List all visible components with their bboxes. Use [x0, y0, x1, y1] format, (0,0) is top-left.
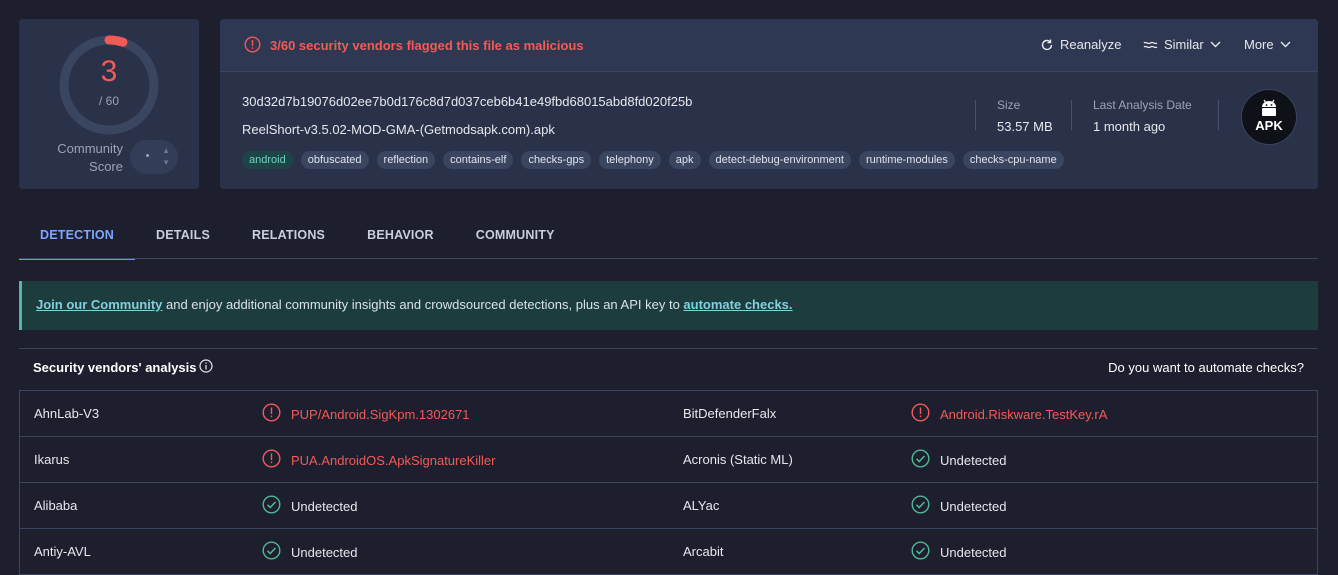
file-type-label: APK — [1255, 118, 1283, 133]
alert-bar: 3/60 security vendors flagged this file … — [220, 19, 1318, 72]
community-score-stepper[interactable]: ▲ ▼ — [130, 140, 178, 174]
vendors-title: Security vendors' analysis — [33, 360, 197, 375]
similar-label: Similar — [1164, 37, 1204, 52]
tabs-divider — [19, 258, 1318, 259]
tab-behavior[interactable]: BEHAVIOR — [346, 212, 455, 258]
tag-apk[interactable]: apk — [668, 151, 701, 169]
vendor-result-text: Undetected — [940, 498, 1007, 514]
refresh-icon — [1041, 39, 1053, 50]
tab-details[interactable]: DETAILS — [135, 212, 231, 258]
stepper-arrows-icon[interactable]: ▲ ▼ — [162, 145, 170, 169]
vendor-result-text: Undetected — [940, 452, 1007, 468]
alert-circle-icon — [262, 403, 281, 422]
info-icon[interactable] — [199, 359, 213, 373]
vendors-header: Security vendors' analysis Do you want t… — [19, 348, 1318, 390]
tag-checks-gps[interactable]: checks-gps — [521, 151, 592, 169]
tag-detect-debug-environment[interactable]: detect-debug-environment — [708, 151, 851, 169]
file-name: ReelShort-v3.5.02-MOD-GMA-(Getmodsapk.co… — [242, 122, 555, 137]
vendor-result-text: Undetected — [291, 544, 358, 560]
detection-count: 3 — [100, 55, 118, 88]
tag-android[interactable]: android — [242, 151, 293, 169]
reanalyze-label: Reanalyze — [1060, 37, 1122, 52]
automate-checks-link[interactable]: automate checks. — [683, 297, 792, 312]
similar-button[interactable]: Similar — [1143, 37, 1221, 52]
alert-circle-icon — [244, 36, 261, 53]
vendor-name: Arcabit — [683, 544, 724, 559]
tag-list: android obfuscated reflection contains-elf c… — [242, 151, 1064, 169]
vendor-name: Ikarus — [34, 452, 70, 467]
tab-bar: DETECTION DETAILS RELATIONS BEHAVIOR COM… — [19, 212, 576, 260]
vendor-result: Undetected — [911, 541, 1007, 560]
community-banner: Join our Community and enjoy additional … — [19, 281, 1318, 330]
chevron-down-icon — [1210, 41, 1221, 48]
similar-icon — [1143, 41, 1158, 48]
last-analysis-value: 1 month ago — [1093, 119, 1166, 134]
vendor-result: Undetected — [262, 495, 358, 514]
reanalyze-button[interactable]: Reanalyze — [1040, 37, 1121, 52]
malicious-alert-text: 3/60 security vendors flagged this file … — [270, 38, 584, 53]
vendor-result-text: Undetected — [940, 544, 1007, 560]
alert-circle-icon — [911, 403, 930, 422]
detection-total: / 60 — [98, 94, 119, 108]
tag-reflection[interactable]: reflection — [376, 151, 436, 169]
vendor-row: Antiy-AVL Undetected Arcabit Undetected — [20, 529, 1317, 575]
community-score-card: 3 / 60 Community Score ▲ ▼ — [19, 19, 199, 189]
alert-circle-icon — [262, 449, 281, 468]
vendor-name: Acronis (Static ML) — [683, 452, 793, 467]
tag-checks-cpu-name[interactable]: checks-cpu-name — [962, 151, 1064, 169]
size-value: 53.57 MB — [997, 119, 1053, 134]
tab-community[interactable]: COMMUNITY — [455, 212, 576, 258]
vendor-name: Alibaba — [34, 498, 78, 513]
vendor-row: Alibaba Undetected ALYac Undetected — [20, 483, 1317, 529]
vendor-name: Antiy-AVL — [34, 544, 91, 559]
vendor-result: Undetected — [911, 495, 1007, 514]
check-circle-icon — [262, 495, 281, 514]
tag-obfuscated[interactable]: obfuscated — [300, 151, 369, 169]
automate-checks-prompt[interactable]: Do you want to automate checks? — [1108, 360, 1304, 375]
vendor-result-text: PUA.AndroidOS.ApkSignatureKiller — [291, 452, 496, 468]
check-circle-icon — [911, 495, 930, 514]
check-circle-icon — [911, 541, 930, 560]
more-button[interactable]: More — [1244, 37, 1291, 52]
divider — [1218, 100, 1219, 130]
vendor-table: AhnLab-V3 PUP/Android.SigKpm.1302671 BitDe… — [19, 390, 1318, 575]
vendor-name: BitDefenderFalx — [683, 406, 777, 421]
vendor-name: ALYac — [683, 498, 720, 513]
vendor-result: PUP/Android.SigKpm.1302671 — [262, 403, 470, 422]
tab-relations[interactable]: RELATIONS — [231, 212, 346, 258]
chevron-down-icon — [1280, 41, 1291, 48]
file-info-card: 3/60 security vendors flagged this file … — [220, 19, 1318, 189]
divider — [1071, 100, 1072, 130]
vendor-result-text: PUP/Android.SigKpm.1302671 — [291, 406, 470, 422]
tag-contains-elf[interactable]: contains-elf — [443, 151, 514, 169]
vendor-row: AhnLab-V3 PUP/Android.SigKpm.1302671 BitDe… — [20, 391, 1317, 437]
banner-middle-text: and enjoy additional community insights … — [162, 297, 684, 312]
check-circle-icon — [262, 541, 281, 560]
more-label: More — [1244, 37, 1274, 52]
check-circle-icon — [911, 449, 930, 468]
vendor-name: AhnLab-V3 — [34, 406, 100, 421]
join-community-link[interactable]: Join our Community — [36, 297, 162, 312]
size-label: Size — [997, 98, 1021, 112]
vendor-result: Android.Riskware.TestKey.rA — [911, 403, 1108, 422]
android-icon — [1262, 99, 1276, 116]
divider — [975, 100, 976, 130]
vendor-result: PUA.AndroidOS.ApkSignatureKiller — [262, 449, 496, 468]
tab-detection[interactable]: DETECTION — [19, 212, 136, 260]
vendor-result: Undetected — [911, 449, 1007, 468]
banner-text: Join our Community and enjoy additional … — [36, 297, 793, 312]
community-score-label: Community Score — [57, 141, 123, 174]
community-score-value — [146, 154, 149, 157]
tag-runtime-modules[interactable]: runtime-modules — [858, 151, 955, 169]
vendor-result: Undetected — [262, 541, 358, 560]
tag-telephony[interactable]: telephony — [599, 151, 661, 169]
last-analysis-label: Last Analysis Date — [1093, 98, 1192, 112]
file-type-badge: APK — [1241, 89, 1297, 145]
vendor-row: Ikarus PUA.AndroidOS.ApkSignatureKiller Ac… — [20, 437, 1317, 483]
file-hash[interactable]: 30d32d7b19076d02ee7b0d176c8d7d037ceb6b41… — [242, 94, 692, 109]
vendor-result-text: Android.Riskware.TestKey.rA — [940, 406, 1108, 422]
vendor-result-text: Undetected — [291, 498, 358, 514]
